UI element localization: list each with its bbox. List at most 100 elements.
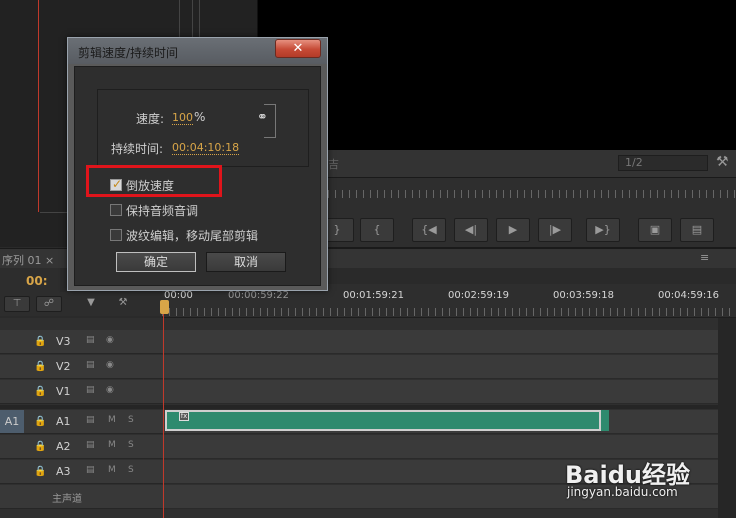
playhead-line [163,300,164,518]
tab-sequence-01[interactable]: 序列 01 × [2,252,54,268]
ruler-ticks [162,308,736,316]
eye-icon[interactable]: ◉ [106,385,114,395]
voiceover-icon[interactable]: ▤ [86,465,95,475]
lock-icon[interactable]: 🔒 [34,386,46,397]
track-name[interactable]: V3 [56,335,71,348]
lock-icon[interactable]: 🔒 [34,466,46,477]
annotation-highlight-box [86,165,222,197]
duration-label: 持续时间: [111,142,164,156]
speed-unit: % [194,110,206,124]
program-ruler[interactable] [258,178,736,214]
program-monitor-bar: 吉 1/2 ⚒ [258,150,736,178]
speed-value[interactable]: 100 [172,111,193,125]
playhead-handle[interactable] [160,300,169,314]
track-row: 🔒 V2 ▤ ◉ [0,355,718,379]
track-lane[interactable] [162,355,718,379]
mute-button[interactable]: M [108,465,116,475]
maintain-pitch-checkbox[interactable] [110,204,122,216]
film-icon[interactable]: ▤ [86,335,95,345]
track-header: 🔒 V1 ▤ ◉ [0,380,162,404]
wrench-settings-icon[interactable]: ⚒ [110,296,136,312]
mark-out-icon[interactable]: { [360,218,394,242]
track-header: 🔒 A2 ▤ M S [0,435,162,459]
go-to-out-icon[interactable]: ▶} [586,218,620,242]
step-back-icon[interactable]: ◀| [454,218,488,242]
master-track-name[interactable]: 主声道 [52,490,82,505]
mute-button[interactable]: M [108,415,116,425]
track-name[interactable]: A2 [56,440,71,453]
dialog-title: 剪辑速度/持续时间 [78,46,179,60]
baidu-watermark: Baidu经验 jingyan.baidu.com [565,455,735,505]
resolution-select[interactable]: 1/2 [618,155,708,171]
source-playhead-line [38,0,39,212]
eye-icon[interactable]: ◉ [106,360,114,370]
lock-icon[interactable]: 🔒 [34,416,46,427]
clip-end-handle[interactable] [601,410,609,431]
track-lane[interactable] [162,380,718,404]
extract-icon[interactable]: ▤ [680,218,714,242]
ripple-edit-checkbox[interactable] [110,229,122,241]
go-to-in-icon[interactable]: {◀ [412,218,446,242]
voiceover-icon[interactable]: ▤ [86,440,95,450]
ruler-label: 00:00 [164,290,193,301]
duration-value[interactable]: 00:04:10:18 [172,141,240,155]
link-toggle-icon[interactable]: ☍ [36,296,62,312]
cancel-button[interactable]: 取消 [206,252,286,272]
timeline-timecode-box: 00: [0,268,60,292]
track-header: 主声道 [0,485,162,509]
watermark-url: jingyan.baidu.com [567,485,678,499]
lock-icon[interactable]: 🔒 [34,441,46,452]
lock-icon[interactable]: 🔒 [34,361,46,372]
program-monitor-view [258,0,736,150]
track-header: 🔒 A3 ▤ M S [0,460,162,484]
track-row: 🔒 V1 ▤ ◉ [0,380,718,404]
program-ruler-ticks [258,190,736,198]
solo-button[interactable]: S [128,440,134,450]
track-name[interactable]: V1 [56,385,71,398]
snap-icon[interactable]: ⊤ [4,296,30,312]
track-name[interactable]: A1 [56,415,71,428]
marker-icon[interactable]: ▼ [78,296,104,312]
chain-link-icon[interactable]: ⚭ [256,110,269,125]
solo-button[interactable]: S [128,465,134,475]
mute-button[interactable]: M [108,440,116,450]
track-header: 🔒 V2 ▤ ◉ [0,355,162,379]
ruler-label: 00:00:59:22 [228,290,290,301]
track-header: A1 🔒 A1 ▤ M S [0,410,162,434]
dialog-titlebar[interactable]: 剪辑速度/持续时间 ✕ [68,38,327,64]
clip-speed-dialog: 剪辑速度/持续时间 ✕ 速度: 100 % ⚭ 持续时间: 00:04:10:1… [67,37,328,291]
track-name[interactable]: A3 [56,465,71,478]
ruler-label: 00:02:59:19 [448,290,510,301]
solo-button[interactable]: S [128,415,134,425]
voiceover-icon[interactable]: ▤ [86,415,95,425]
play-icon[interactable]: ▶ [496,218,530,242]
film-icon[interactable]: ▤ [86,360,95,370]
ruler-label: 00:03:59:18 [553,290,615,301]
maintain-pitch-label[interactable]: 保持音频音调 [126,202,198,219]
film-icon[interactable]: ▤ [86,385,95,395]
video-audio-divider [0,405,718,409]
lock-icon[interactable]: 🔒 [34,336,46,347]
lift-icon[interactable]: ▣ [638,218,672,242]
timeline-timecode[interactable]: 00: [26,274,48,288]
eye-icon[interactable]: ◉ [106,335,114,345]
step-forward-icon[interactable]: |▶ [538,218,572,242]
wrench-icon[interactable]: ⚒ [716,154,729,170]
panel-menu-icon[interactable]: ≡ [700,251,709,264]
transport-controls: } { {◀ ◀| ▶ |▶ ▶} ▣ ▤ [258,214,736,248]
track-lane[interactable] [162,330,718,354]
ruler-label: 00:04:59:16 [658,290,720,301]
fx-badge: fx [179,412,189,421]
audio-clip[interactable]: fx [165,410,601,431]
speed-duration-group: 速度: 100 % ⚭ 持续时间: 00:04:10:18 [97,89,309,167]
speed-label: 速度: [136,112,165,126]
track-header: 🔒 V3 ▤ ◉ [0,330,162,354]
timeline-tools: ⊤ ☍ ▼ ⚒ [0,292,162,316]
ok-button[interactable]: 确定 [116,252,196,272]
program-partial-label: 吉 [328,158,339,171]
source-patch[interactable]: A1 [0,410,24,433]
track-row: 🔒 V3 ▤ ◉ [0,330,718,354]
ripple-edit-label[interactable]: 波纹编辑，移动尾部剪辑 [126,227,258,244]
track-name[interactable]: V2 [56,360,71,373]
close-button[interactable]: ✕ [275,39,321,58]
